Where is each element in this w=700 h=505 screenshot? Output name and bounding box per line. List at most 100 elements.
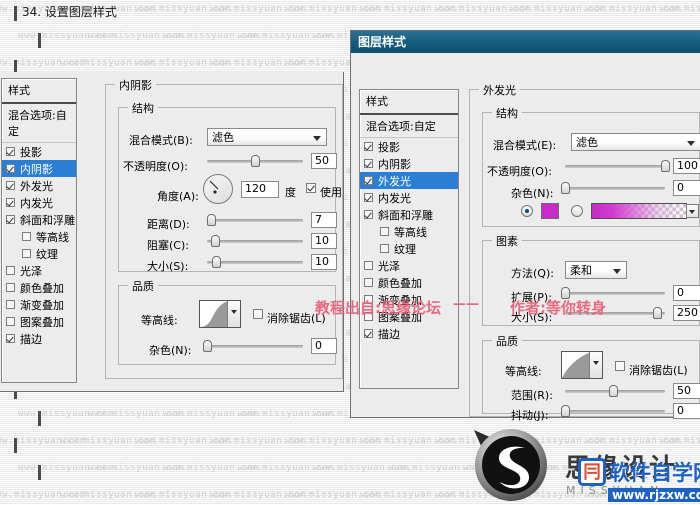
left-style-item-container[interactable]: 投影 内阴影 外发光 内发光 斜面和浮雕 等高线 纹理 光泽 颜色叠加 渐变叠加 图案叠加 描边 bbox=[2, 143, 76, 347]
right-technique-combo[interactable]: 柔和 bbox=[565, 261, 627, 279]
glow-color-radio[interactable] bbox=[521, 205, 533, 217]
checkbox-icon[interactable] bbox=[364, 176, 373, 185]
right-range-slider[interactable] bbox=[565, 384, 665, 398]
slider-knob[interactable] bbox=[561, 182, 570, 194]
left-styles-list[interactable]: 样式 混合选项:自定 投影 内阴影 外发光 内发光 斜面和浮雕 等高线 纹理 光泽 颜色叠加 渐变… bbox=[1, 78, 77, 383]
right-style-item-6[interactable]: 纹理 bbox=[360, 240, 458, 257]
checkbox-icon[interactable] bbox=[364, 142, 373, 151]
left-distance-value[interactable]: 7 bbox=[311, 212, 337, 228]
right-style-item-4[interactable]: 斜面和浮雕 bbox=[360, 206, 458, 223]
left-distance-slider[interactable] bbox=[206, 213, 303, 227]
right-style-item-7[interactable]: 光泽 bbox=[360, 257, 458, 274]
left-style-item-10[interactable]: 图案叠加 bbox=[2, 313, 76, 330]
right-opacity-slider[interactable] bbox=[565, 159, 670, 173]
right-style-item-8[interactable]: 颜色叠加 bbox=[360, 274, 458, 291]
slider-knob[interactable] bbox=[561, 405, 570, 417]
left-size-value[interactable]: 10 bbox=[311, 254, 337, 270]
chevron-down-icon[interactable] bbox=[589, 352, 602, 378]
checkbox-icon[interactable] bbox=[380, 244, 389, 253]
slider-knob[interactable] bbox=[609, 385, 618, 397]
checkbox-icon[interactable] bbox=[6, 215, 15, 224]
checkbox-icon[interactable] bbox=[6, 147, 15, 156]
glow-color-swatch[interactable] bbox=[541, 203, 559, 219]
checkbox-icon[interactable] bbox=[364, 193, 373, 202]
left-contour-picker[interactable] bbox=[199, 300, 241, 328]
left-style-item-2[interactable]: 外发光 bbox=[2, 177, 76, 194]
right-style-item-1[interactable]: 内阴影 bbox=[360, 155, 458, 172]
right-noise-slider[interactable] bbox=[561, 181, 665, 195]
rjzxw-badge[interactable]: 冃 软件自学网 www.rjzxw.com bbox=[578, 457, 700, 502]
slider-knob[interactable] bbox=[653, 307, 662, 319]
right-style-item-0[interactable]: 投影 bbox=[360, 138, 458, 155]
left-style-item-7[interactable]: 光泽 bbox=[2, 262, 76, 279]
right-size-value[interactable]: 250 bbox=[673, 305, 700, 321]
left-blending-options[interactable]: 混合选项:自定 bbox=[2, 104, 76, 143]
right-style-item-2[interactable]: 外发光 bbox=[360, 172, 458, 189]
slider-knob[interactable] bbox=[203, 340, 212, 352]
right-range-value[interactable]: 50 bbox=[673, 383, 700, 399]
left-noise-value[interactable]: 0 bbox=[311, 338, 337, 354]
left-choke-value[interactable]: 10 bbox=[311, 233, 337, 249]
left-opacity-slider[interactable] bbox=[207, 154, 303, 168]
checkbox-icon[interactable] bbox=[6, 334, 15, 343]
right-antialias-checkbox[interactable] bbox=[615, 361, 625, 371]
right-opacity-value[interactable]: 100 bbox=[673, 158, 700, 174]
checkbox-icon[interactable] bbox=[6, 266, 15, 275]
left-angle-dial[interactable] bbox=[203, 174, 233, 204]
left-style-item-8[interactable]: 颜色叠加 bbox=[2, 279, 76, 296]
left-angle-value[interactable]: 120 bbox=[241, 181, 279, 198]
left-style-item-4[interactable]: 斜面和浮雕 bbox=[2, 211, 76, 228]
checkbox-icon[interactable] bbox=[6, 317, 15, 326]
left-style-item-6[interactable]: 纹理 bbox=[2, 245, 76, 262]
right-blend-mode-combo[interactable]: 滤色 bbox=[571, 133, 700, 151]
checkbox-icon[interactable] bbox=[364, 278, 373, 287]
chevron-down-icon[interactable] bbox=[686, 204, 699, 218]
chevron-down-icon[interactable] bbox=[227, 301, 240, 327]
checkbox-icon[interactable] bbox=[22, 249, 31, 258]
left-blend-mode-combo[interactable]: 滤色 bbox=[207, 128, 327, 146]
left-style-item-9[interactable]: 渐变叠加 bbox=[2, 296, 76, 313]
checkbox-icon[interactable] bbox=[380, 227, 389, 236]
left-style-item-3[interactable]: 内发光 bbox=[2, 194, 76, 211]
slider-knob[interactable] bbox=[211, 256, 221, 268]
right-jitter-value[interactable]: 0 bbox=[673, 403, 700, 419]
right-style-item-5[interactable]: 等高线 bbox=[360, 223, 458, 240]
left-noise-slider[interactable] bbox=[203, 339, 303, 353]
right-style-item-11[interactable]: 描边 bbox=[360, 325, 458, 342]
left-style-item-11[interactable]: 描边 bbox=[2, 330, 76, 347]
checkbox-icon[interactable] bbox=[6, 181, 15, 190]
slider-knob[interactable] bbox=[251, 155, 260, 167]
right-dialog-titlebar[interactable]: 图层样式 bbox=[351, 31, 700, 53]
rjzxw-badge-url[interactable]: www.rjzxw.com bbox=[608, 488, 700, 502]
slider-knob[interactable] bbox=[210, 235, 220, 247]
right-noise-value[interactable]: 0 bbox=[673, 180, 700, 196]
checkbox-icon[interactable] bbox=[364, 329, 373, 338]
checkbox-icon[interactable] bbox=[364, 261, 373, 270]
right-jitter-slider[interactable] bbox=[561, 404, 665, 418]
right-contour-picker[interactable] bbox=[561, 351, 603, 379]
right-style-item-3[interactable]: 内发光 bbox=[360, 189, 458, 206]
glow-gradient-bar[interactable] bbox=[591, 203, 699, 219]
checkbox-icon[interactable] bbox=[22, 232, 31, 241]
checkbox-icon[interactable] bbox=[364, 210, 373, 219]
slider-knob[interactable] bbox=[661, 160, 670, 172]
left-quality-group: 品质 等高线: 消除锯齿(L) 杂色(N): 0 bbox=[118, 278, 337, 365]
left-antialias-checkbox[interactable] bbox=[253, 309, 263, 319]
right-blending-options[interactable]: 混合选项:自定 bbox=[360, 115, 458, 138]
checkbox-icon[interactable] bbox=[6, 198, 15, 207]
left-use-global-checkbox[interactable] bbox=[306, 183, 316, 193]
left-opacity-value[interactable]: 50 bbox=[311, 153, 337, 169]
slider-knob[interactable] bbox=[206, 214, 216, 226]
right-spread-value[interactable]: 0 bbox=[673, 285, 700, 301]
right-styles-list[interactable]: 样式 混合选项:自定 投影 内阴影 外发光 内发光 斜面和浮雕 等高线 纹理 光泽 颜色叠加 渐变… bbox=[359, 89, 459, 389]
left-choke-slider[interactable] bbox=[207, 234, 303, 248]
checkbox-icon[interactable] bbox=[6, 300, 15, 309]
glow-gradient-radio[interactable] bbox=[571, 205, 583, 217]
checkbox-icon[interactable] bbox=[6, 283, 15, 292]
left-style-item-5[interactable]: 等高线 bbox=[2, 228, 76, 245]
left-style-item-0[interactable]: 投影 bbox=[2, 143, 76, 160]
checkbox-icon[interactable] bbox=[364, 159, 373, 168]
left-size-slider[interactable] bbox=[207, 255, 303, 269]
left-style-item-1[interactable]: 内阴影 bbox=[2, 160, 76, 177]
checkbox-icon[interactable] bbox=[6, 164, 15, 173]
